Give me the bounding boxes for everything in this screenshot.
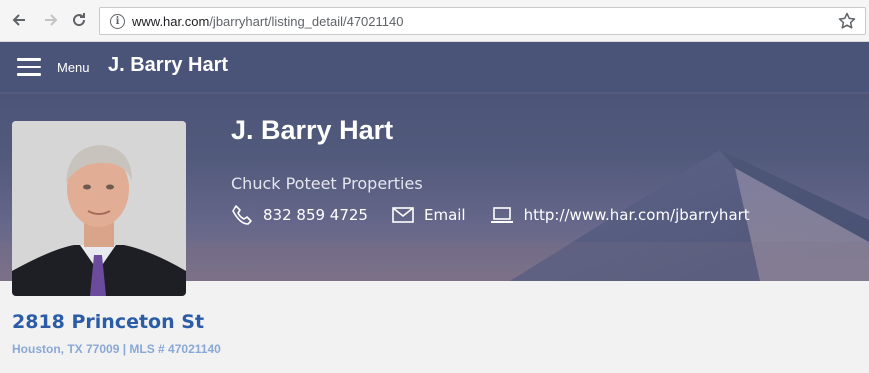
phone-contact[interactable]: 832 859 4725: [231, 204, 368, 226]
site-header: Menu J. Barry Hart: [0, 42, 869, 92]
menu-label[interactable]: Menu: [57, 60, 90, 75]
email-label: Email: [423, 206, 466, 224]
envelope-icon: [392, 207, 414, 223]
listing-location-mls: Houston, TX 77009 | MLS # 47021140: [12, 342, 221, 356]
address-bar[interactable]: i www.har.com/jbarryhart/listing_detail/…: [99, 7, 866, 35]
url-host: www.har.com: [132, 14, 210, 29]
agent-name: J. Barry Hart: [231, 115, 394, 145]
reload-icon[interactable]: [68, 9, 90, 31]
site-info-icon[interactable]: i: [110, 14, 125, 29]
url-path: /jbarryhart/listing_detail/47021140: [209, 14, 404, 29]
bookmark-star-icon[interactable]: [837, 11, 857, 31]
website-url: http://www.har.com/jbarryhart: [523, 206, 750, 224]
url-text[interactable]: www.har.com/jbarryhart/listing_detail/47…: [132, 14, 403, 29]
back-arrow-icon[interactable]: [8, 9, 30, 31]
nav-agent-title[interactable]: J. Barry Hart: [108, 54, 228, 77]
agent-photo[interactable]: [12, 121, 186, 296]
phone-icon: [232, 205, 252, 225]
listing-address[interactable]: 2818 Princeton St: [12, 311, 204, 333]
browser-toolbar: i www.har.com/jbarryhart/listing_detail/…: [0, 0, 869, 42]
website-contact[interactable]: http://www.har.com/jbarryhart: [490, 206, 750, 224]
phone-number: 832 859 4725: [263, 206, 368, 224]
contact-row: 832 859 4725 Email http://www.har.com/jb…: [231, 203, 774, 227]
brokerage-name[interactable]: Chuck Poteet Properties: [231, 174, 423, 193]
forward-arrow-icon[interactable]: [40, 9, 62, 31]
email-contact[interactable]: Email: [392, 206, 466, 224]
hamburger-menu-icon[interactable]: [17, 58, 41, 76]
laptop-icon: [490, 207, 513, 223]
